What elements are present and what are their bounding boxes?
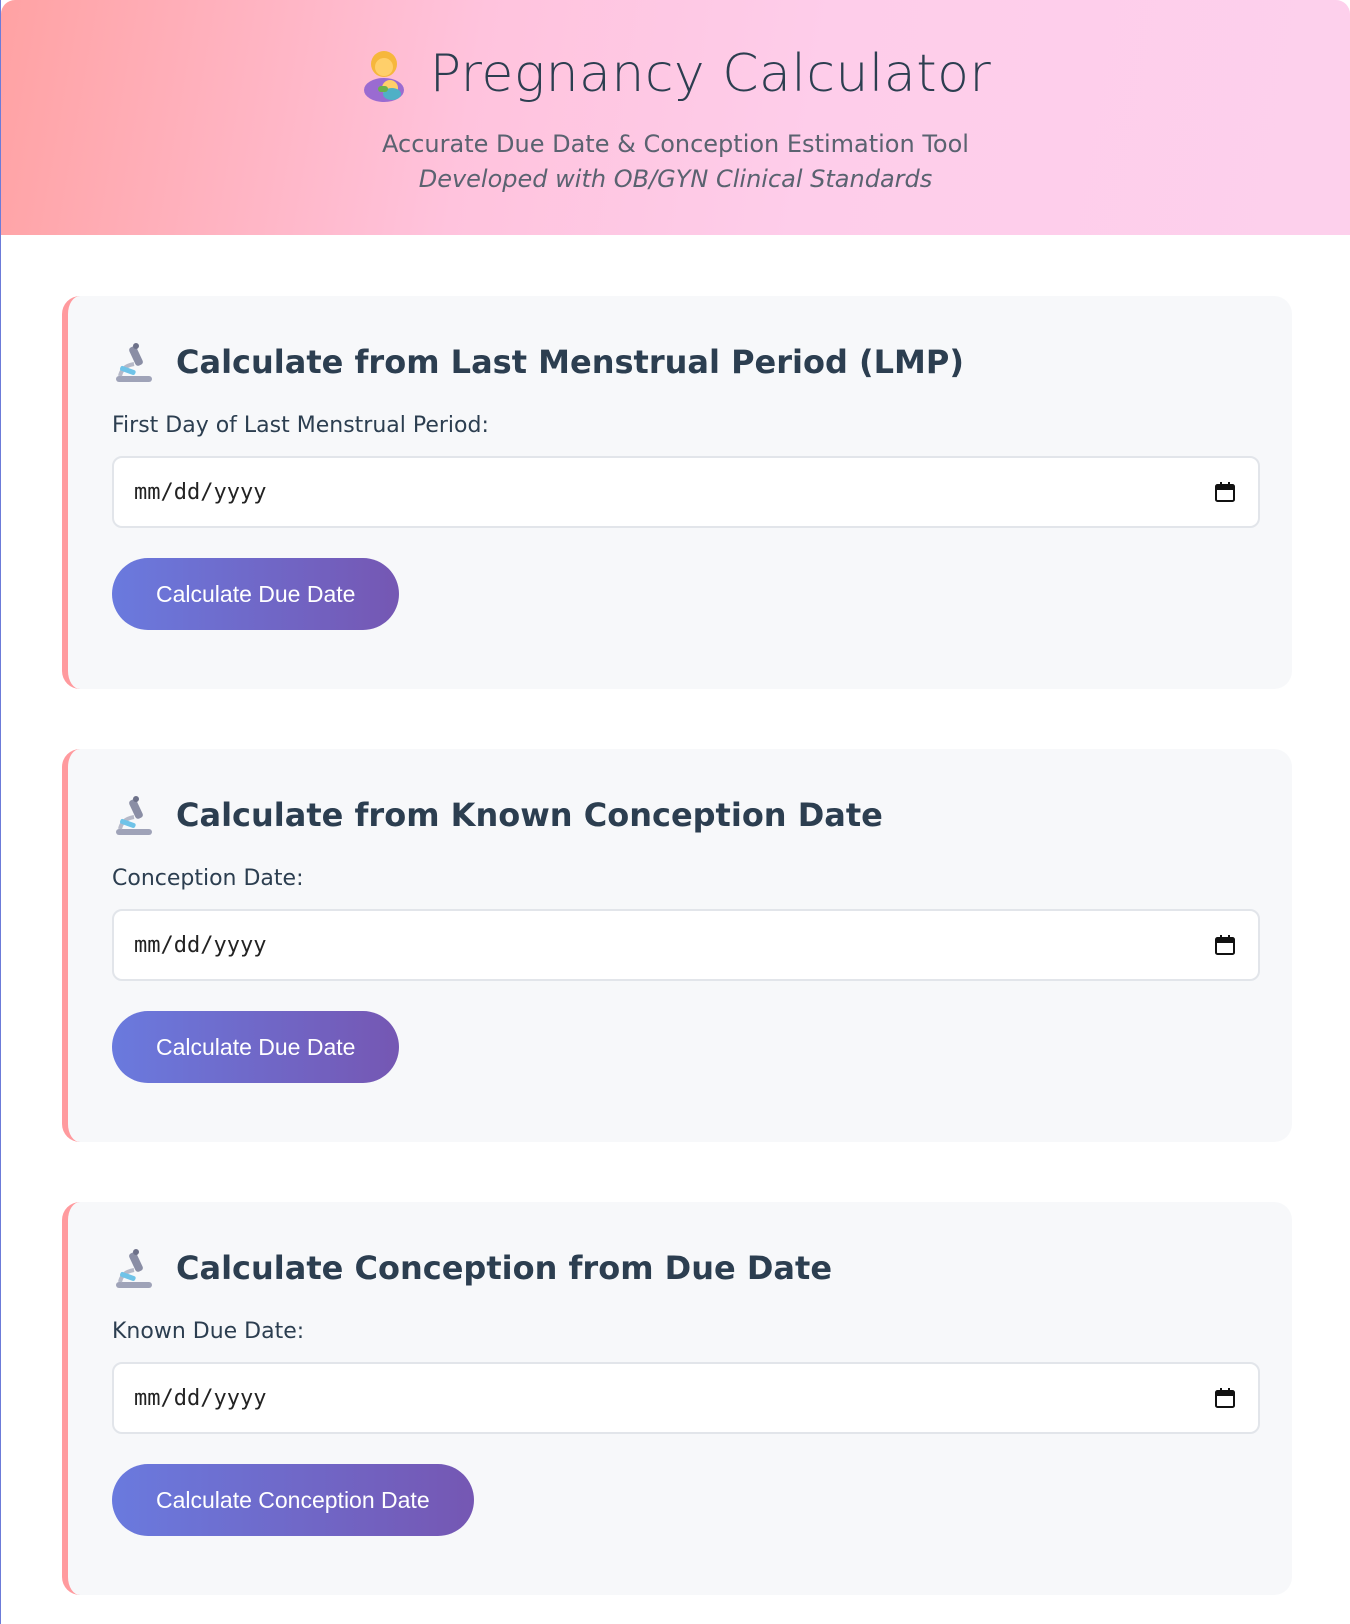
woman-feeding-baby-icon xyxy=(360,46,408,102)
conception-calculator-card: Calculate from Known Conception Date Con… xyxy=(62,749,1292,1142)
card-header: Calculate Conception from Due Date xyxy=(112,1244,1292,1292)
calculator-list: Calculate from Last Menstrual Period (LM… xyxy=(1,235,1350,1595)
card-header: Calculate from Last Menstrual Period (LM… xyxy=(112,338,1292,386)
microscope-icon xyxy=(112,793,156,837)
date-placeholder: mm/dd/yyyy xyxy=(134,479,267,505)
conception-date-input[interactable]: mm/dd/yyyy xyxy=(112,909,1260,981)
calculate-due-date-button[interactable]: Calculate Due Date xyxy=(112,1011,400,1083)
card-title: Calculate from Last Menstrual Period (LM… xyxy=(176,343,964,381)
microscope-icon xyxy=(112,1246,156,1290)
conception-date-label: Conception Date: xyxy=(112,866,304,891)
calculate-due-date-button[interactable]: Calculate Due Date xyxy=(112,558,400,630)
card-title: Calculate from Known Conception Date xyxy=(176,796,883,834)
calendar-icon[interactable] xyxy=(1214,481,1236,503)
page-tagline: Developed with OB/GYN Clinical Standards xyxy=(418,165,933,193)
card-title: Calculate Conception from Due Date xyxy=(176,1249,833,1287)
lmp-date-input[interactable]: mm/dd/yyyy xyxy=(112,456,1260,528)
calendar-icon[interactable] xyxy=(1214,934,1236,956)
date-placeholder: mm/dd/yyyy xyxy=(134,1385,267,1411)
lmp-date-label: First Day of Last Menstrual Period: xyxy=(112,413,489,438)
title-row: Pregnancy Calculator xyxy=(1,38,1350,110)
calendar-icon[interactable] xyxy=(1214,1387,1236,1409)
app-window: Pregnancy Calculator Accurate Due Date &… xyxy=(0,0,1350,1624)
page-subtitle: Accurate Due Date & Conception Estimatio… xyxy=(382,130,969,158)
header: Pregnancy Calculator Accurate Due Date &… xyxy=(1,0,1350,235)
lmp-calculator-card: Calculate from Last Menstrual Period (LM… xyxy=(62,296,1292,689)
card-header: Calculate from Known Conception Date xyxy=(112,791,1292,839)
calculate-conception-date-button[interactable]: Calculate Conception Date xyxy=(112,1464,474,1536)
due-date-calculator-card: Calculate Conception from Due Date Known… xyxy=(62,1202,1292,1595)
date-placeholder: mm/dd/yyyy xyxy=(134,932,267,958)
microscope-icon xyxy=(112,340,156,384)
due-date-label: Known Due Date: xyxy=(112,1319,305,1344)
due-date-input[interactable]: mm/dd/yyyy xyxy=(112,1362,1260,1434)
page-title: Pregnancy Calculator xyxy=(429,44,992,104)
